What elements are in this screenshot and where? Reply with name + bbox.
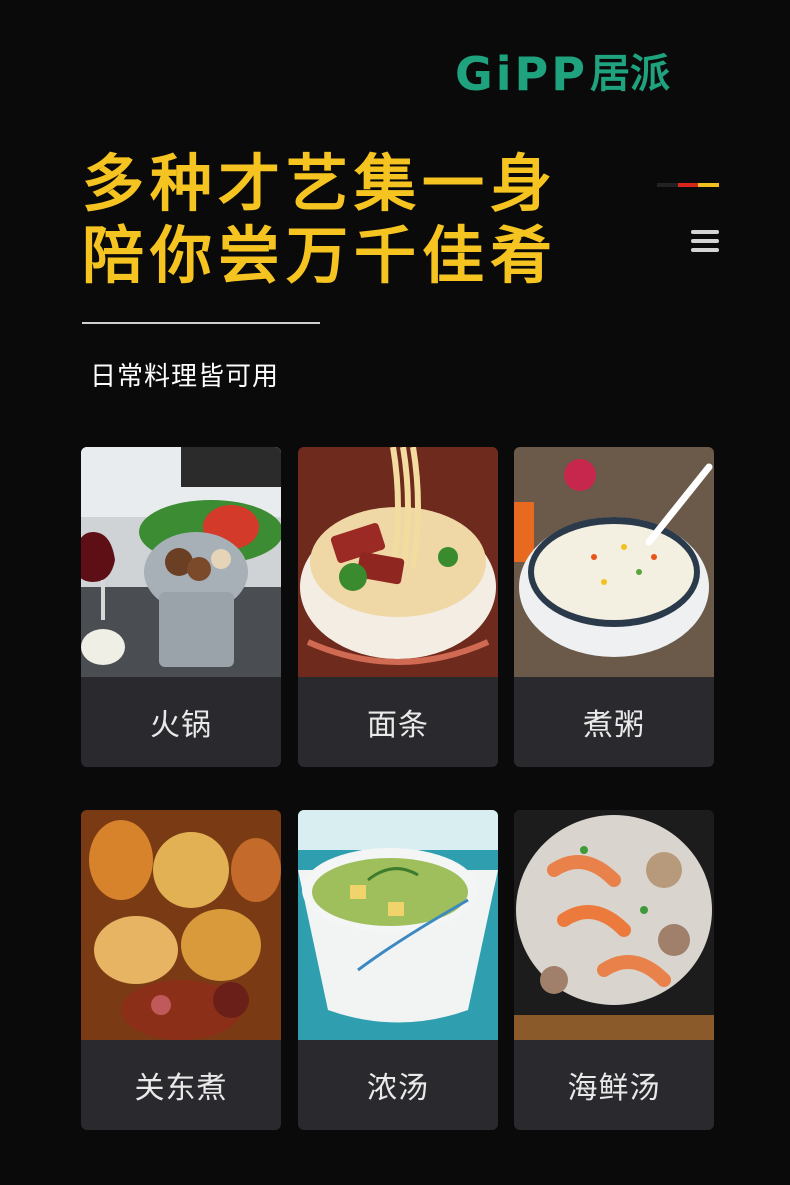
- dish-card-thick-soup[interactable]: 浓汤: [298, 810, 498, 1130]
- flag-stripe-red: [677, 183, 699, 187]
- seafood-soup-image: [514, 810, 714, 1040]
- dish-card-hotpot[interactable]: 火锅: [81, 447, 281, 767]
- brand-logo: GiPP 居派: [455, 46, 670, 102]
- dish-label: 煮粥: [583, 708, 645, 743]
- thick-soup-image: [298, 810, 498, 1040]
- dish-card-oden[interactable]: 关东煮: [81, 810, 281, 1130]
- dish-card-noodles[interactable]: 面条: [298, 447, 498, 767]
- flag-stripe-icon: [657, 183, 720, 187]
- dish-label: 关东煮: [134, 1071, 228, 1106]
- hotpot-image: [81, 447, 281, 677]
- porridge-image: [514, 447, 714, 677]
- noodles-image: [298, 447, 498, 677]
- headline-divider: [82, 322, 320, 324]
- dish-label: 浓汤: [367, 1071, 429, 1106]
- dish-card-seafood-soup[interactable]: 海鲜汤: [514, 810, 714, 1130]
- flag-stripe-gold: [698, 183, 720, 187]
- dish-label: 火锅: [150, 708, 212, 743]
- headline-line-2: 陪你尝万千佳肴: [82, 219, 559, 292]
- dish-label: 面条: [367, 708, 429, 743]
- flag-stripe-black: [657, 183, 678, 187]
- headline: 多种才艺集一身 陪你尝万千佳肴: [82, 148, 558, 292]
- dish-label: 海鲜汤: [567, 1071, 661, 1106]
- headline-line-1: 多种才艺集一身: [82, 147, 559, 220]
- brand-logo-chinese: 居派: [589, 51, 670, 97]
- brand-logo-latin: GiPP: [455, 47, 588, 101]
- oden-image: [81, 810, 281, 1040]
- dish-card-porridge[interactable]: 煮粥: [514, 447, 714, 767]
- menu-icon[interactable]: [691, 230, 719, 257]
- subtitle: 日常料理皆可用: [90, 362, 280, 392]
